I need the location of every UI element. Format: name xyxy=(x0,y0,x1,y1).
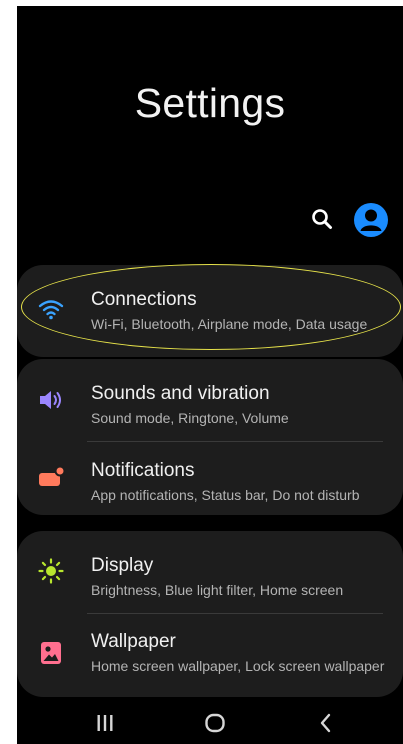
item-subtitle: Home screen wallpaper, Lock screen wallp… xyxy=(91,658,385,674)
settings-card-display-wallpaper: Display Brightness, Blue light filter, H… xyxy=(17,531,403,697)
item-subtitle: Sound mode, Ringtone, Volume xyxy=(91,410,289,426)
recents-icon[interactable] xyxy=(92,710,118,736)
navigation-bar xyxy=(17,702,403,744)
settings-item-sounds[interactable]: Sounds and vibration Sound mode, Rington… xyxy=(17,359,403,437)
wifi-icon xyxy=(38,300,64,320)
search-icon[interactable] xyxy=(311,208,333,230)
item-subtitle: Wi-Fi, Bluetooth, Airplane mode, Data us… xyxy=(91,316,368,332)
sun-icon xyxy=(38,558,64,584)
settings-item-display[interactable]: Display Brightness, Blue light filter, H… xyxy=(17,531,403,609)
home-icon[interactable] xyxy=(202,710,228,736)
item-subtitle: Brightness, Blue light filter, Home scre… xyxy=(91,582,344,598)
settings-item-wallpaper[interactable]: Wallpaper Home screen wallpaper, Lock sc… xyxy=(17,609,403,697)
phone-screen: Settings Connections Wi-Fi, Bluetooth, A… xyxy=(17,6,403,744)
item-subtitle: App notifications, Status bar, Do not di… xyxy=(91,487,360,503)
item-title: Sounds and vibration xyxy=(91,383,270,404)
notification-icon xyxy=(39,465,65,486)
item-title: Notifications xyxy=(91,460,195,481)
item-title: Connections xyxy=(91,289,197,310)
settings-item-connections[interactable]: Connections Wi-Fi, Bluetooth, Airplane m… xyxy=(17,265,403,357)
wallpaper-icon xyxy=(41,642,61,664)
item-title: Wallpaper xyxy=(91,631,176,652)
item-title: Display xyxy=(91,555,154,576)
settings-item-notifications[interactable]: Notifications App notifications, Status … xyxy=(17,437,403,515)
account-icon[interactable] xyxy=(354,203,388,237)
page-title: Settings xyxy=(134,80,286,126)
settings-card-connections: Connections Wi-Fi, Bluetooth, Airplane m… xyxy=(17,265,403,357)
settings-card-sound-notifications: Sounds and vibration Sound mode, Rington… xyxy=(17,359,403,515)
back-icon[interactable] xyxy=(313,710,339,736)
speaker-icon xyxy=(40,391,61,409)
